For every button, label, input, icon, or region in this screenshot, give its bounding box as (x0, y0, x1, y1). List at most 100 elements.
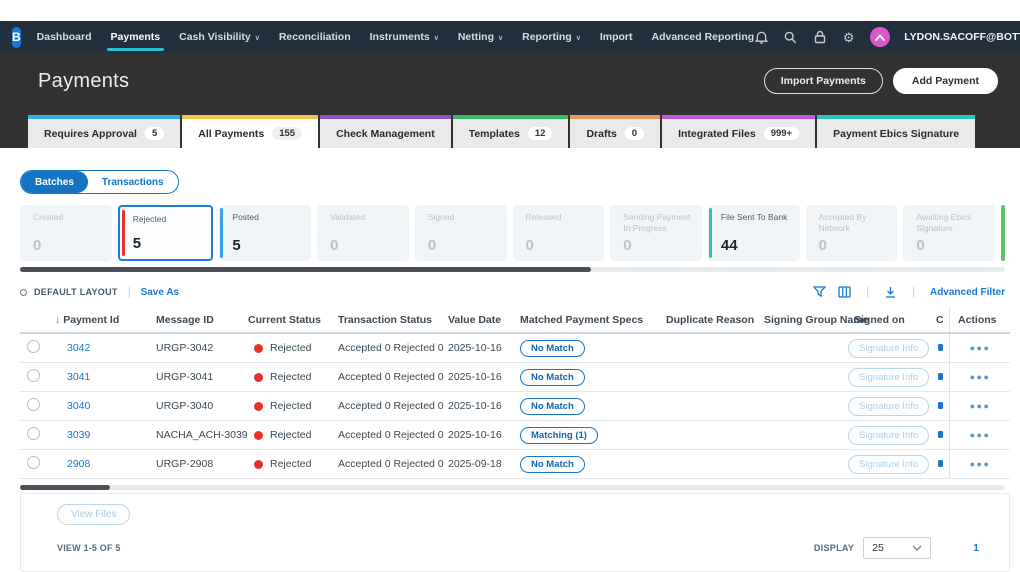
signature-info-button[interactable]: Signature Info (848, 455, 929, 474)
column-settings-icon[interactable] (838, 286, 851, 298)
status-cards: Created0Rejected5Posted5Validated0Signed… (20, 205, 1005, 261)
page-header: Payments Import Payments Add Payment Req… (0, 53, 1020, 148)
nav-item-cash-visibility[interactable]: Cash Visibility∨ (179, 21, 260, 53)
filter-funnel-icon[interactable] (813, 286, 826, 298)
nav-item-instruments[interactable]: Instruments∨ (370, 21, 439, 53)
display-select[interactable]: 25 (863, 537, 931, 559)
ellipsis-icon[interactable]: ●●● (970, 430, 991, 440)
radio-button[interactable] (27, 456, 40, 469)
radio-button[interactable] (27, 369, 40, 382)
nav-item-advanced-reporting[interactable]: Advanced Reporting (652, 21, 755, 53)
payment-id-link[interactable]: 3041 (67, 371, 90, 383)
lock-icon[interactable] (812, 30, 827, 45)
table-row: 3042URGP-3042RejectedAccepted 0 Rejected… (20, 334, 1010, 363)
status-card-created[interactable]: Created0 (20, 205, 112, 261)
matched-specs-chip[interactable]: No Match (520, 340, 585, 357)
avatar[interactable] (870, 27, 890, 47)
status-card-file-sent-to-bank[interactable]: File Sent To Bank44 (708, 205, 800, 261)
scrollbar-thumb[interactable] (20, 485, 110, 490)
search-icon[interactable] (783, 30, 798, 45)
view-files-button[interactable]: View Files (57, 504, 130, 525)
tab-payment-ebics-signature[interactable]: Payment Ebics Signature (817, 115, 975, 148)
status-card-sending-payment-in-progress[interactable]: Sending Payment In Progress0 (610, 205, 702, 261)
payment-id-link[interactable]: 3039 (67, 429, 90, 441)
ellipsis-icon[interactable]: ●●● (970, 401, 991, 411)
nav-item-reporting[interactable]: Reporting∨ (522, 21, 581, 53)
ellipsis-icon[interactable]: ●●● (970, 372, 991, 382)
radio-button[interactable] (27, 340, 40, 353)
payment-id-link[interactable]: 2908 (67, 458, 90, 470)
status-card-posted[interactable]: Posted5 (219, 205, 311, 261)
advanced-filter-link[interactable]: Advanced Filter (930, 287, 1005, 298)
status-accent-bar (122, 210, 125, 256)
add-payment-button[interactable]: Add Payment (893, 68, 998, 94)
tab-drafts[interactable]: Drafts0 (570, 115, 660, 148)
matched-specs-cell: No Match (520, 369, 666, 386)
status-card-validated[interactable]: Validated0 (317, 205, 409, 261)
nav-item-import[interactable]: Import (600, 21, 633, 53)
column-header-c[interactable]: C (936, 313, 949, 325)
status-cards-scrollbar[interactable] (20, 267, 1005, 272)
bell-icon[interactable] (754, 30, 769, 45)
column-header-value-date[interactable]: Value Date (448, 314, 520, 326)
nav-item-reconciliation[interactable]: Reconciliation (279, 21, 351, 53)
status-card-awaiting-ebics-signature[interactable]: Awaiting Ebics Signature0 (903, 205, 995, 261)
status-card-signed[interactable]: Signed0 (415, 205, 507, 261)
scrollbar-thumb[interactable] (20, 267, 591, 272)
nav-item-label: Dashboard (37, 31, 92, 43)
signature-info-button[interactable]: Signature Info (848, 426, 929, 445)
app-logo[interactable]: B (12, 27, 21, 48)
tab-integrated-files[interactable]: Integrated Files999+ (662, 115, 815, 148)
payment-id-link[interactable]: 3042 (67, 342, 90, 354)
radio-button[interactable] (27, 427, 40, 440)
column-header-label: Actions (958, 314, 997, 326)
page-number[interactable]: 1 (973, 542, 979, 554)
ellipsis-icon[interactable]: ●●● (970, 459, 991, 469)
gear-icon[interactable]: ⚙ (841, 30, 856, 45)
status-card-accepted-by-network[interactable]: Accepted By Network0 (806, 205, 898, 261)
toggle-batches[interactable]: Batches (21, 171, 88, 193)
sort-desc-icon[interactable]: ↓ (55, 314, 60, 326)
tab-check-management[interactable]: Check Management (320, 115, 451, 148)
chevron-down-icon: ∨ (255, 34, 260, 42)
radio-button[interactable] (27, 398, 40, 411)
status-card-rejected[interactable]: Rejected5 (118, 205, 214, 261)
nav-item-payments[interactable]: Payments (111, 21, 161, 53)
status-dot-icon (254, 344, 263, 353)
table-scrollbar[interactable] (20, 485, 1005, 490)
page: B Dashboard Payments Cash Visibility∨ Recon… (0, 0, 1020, 572)
signature-info-button[interactable]: Signature Info (848, 339, 929, 358)
status-card-released[interactable]: Released0 (513, 205, 605, 261)
column-header-actions[interactable]: Actions (949, 307, 1010, 332)
toggle-transactions[interactable]: Transactions (88, 171, 178, 193)
actions-cell: ●●● (949, 334, 1010, 362)
username[interactable]: LYDON.SACOFF@BOTTOM... (904, 31, 1020, 43)
payment-id-link[interactable]: 3040 (67, 400, 90, 412)
signature-info-button[interactable]: Signature Info (848, 397, 929, 416)
column-header-matched-payment-specs[interactable]: Matched Payment Specs (520, 314, 666, 326)
column-header-payment-id[interactable]: ↓Payment Id (50, 314, 156, 326)
nav-item-netting[interactable]: Netting∨ (458, 21, 503, 53)
column-header-transaction-status[interactable]: Transaction Status (338, 314, 448, 326)
tab-all-payments[interactable]: All Payments155 (182, 115, 318, 148)
import-payments-button[interactable]: Import Payments (764, 68, 883, 94)
column-header-signed-on[interactable]: Signed on (854, 314, 936, 326)
column-header-message-id[interactable]: Message ID (156, 314, 248, 326)
tab-requires-approval[interactable]: Requires Approval5 (28, 115, 180, 148)
column-header-signing-group-name[interactable]: Signing Group Name (764, 314, 854, 326)
ellipsis-icon[interactable]: ●●● (970, 343, 991, 353)
tab-templates[interactable]: Templates12 (453, 115, 569, 148)
payment-id-cell: 2908 (50, 458, 156, 470)
nav-item-dashboard[interactable]: Dashboard (37, 21, 92, 53)
column-header-current-status[interactable]: Current Status (248, 314, 338, 326)
download-icon[interactable] (884, 286, 897, 299)
signature-info-button[interactable]: Signature Info (848, 368, 929, 387)
matched-specs-chip[interactable]: No Match (520, 398, 585, 415)
save-as-link[interactable]: Save As (141, 287, 180, 298)
matched-specs-chip[interactable]: No Match (520, 369, 585, 386)
matched-specs-chip[interactable]: Matching (1) (520, 427, 598, 444)
nav-item-label: Netting (458, 31, 494, 43)
column-header-duplicate-reason[interactable]: Duplicate Reason (666, 314, 764, 326)
column-header-label: Current Status (248, 314, 321, 326)
matched-specs-chip[interactable]: No Match (520, 456, 585, 473)
